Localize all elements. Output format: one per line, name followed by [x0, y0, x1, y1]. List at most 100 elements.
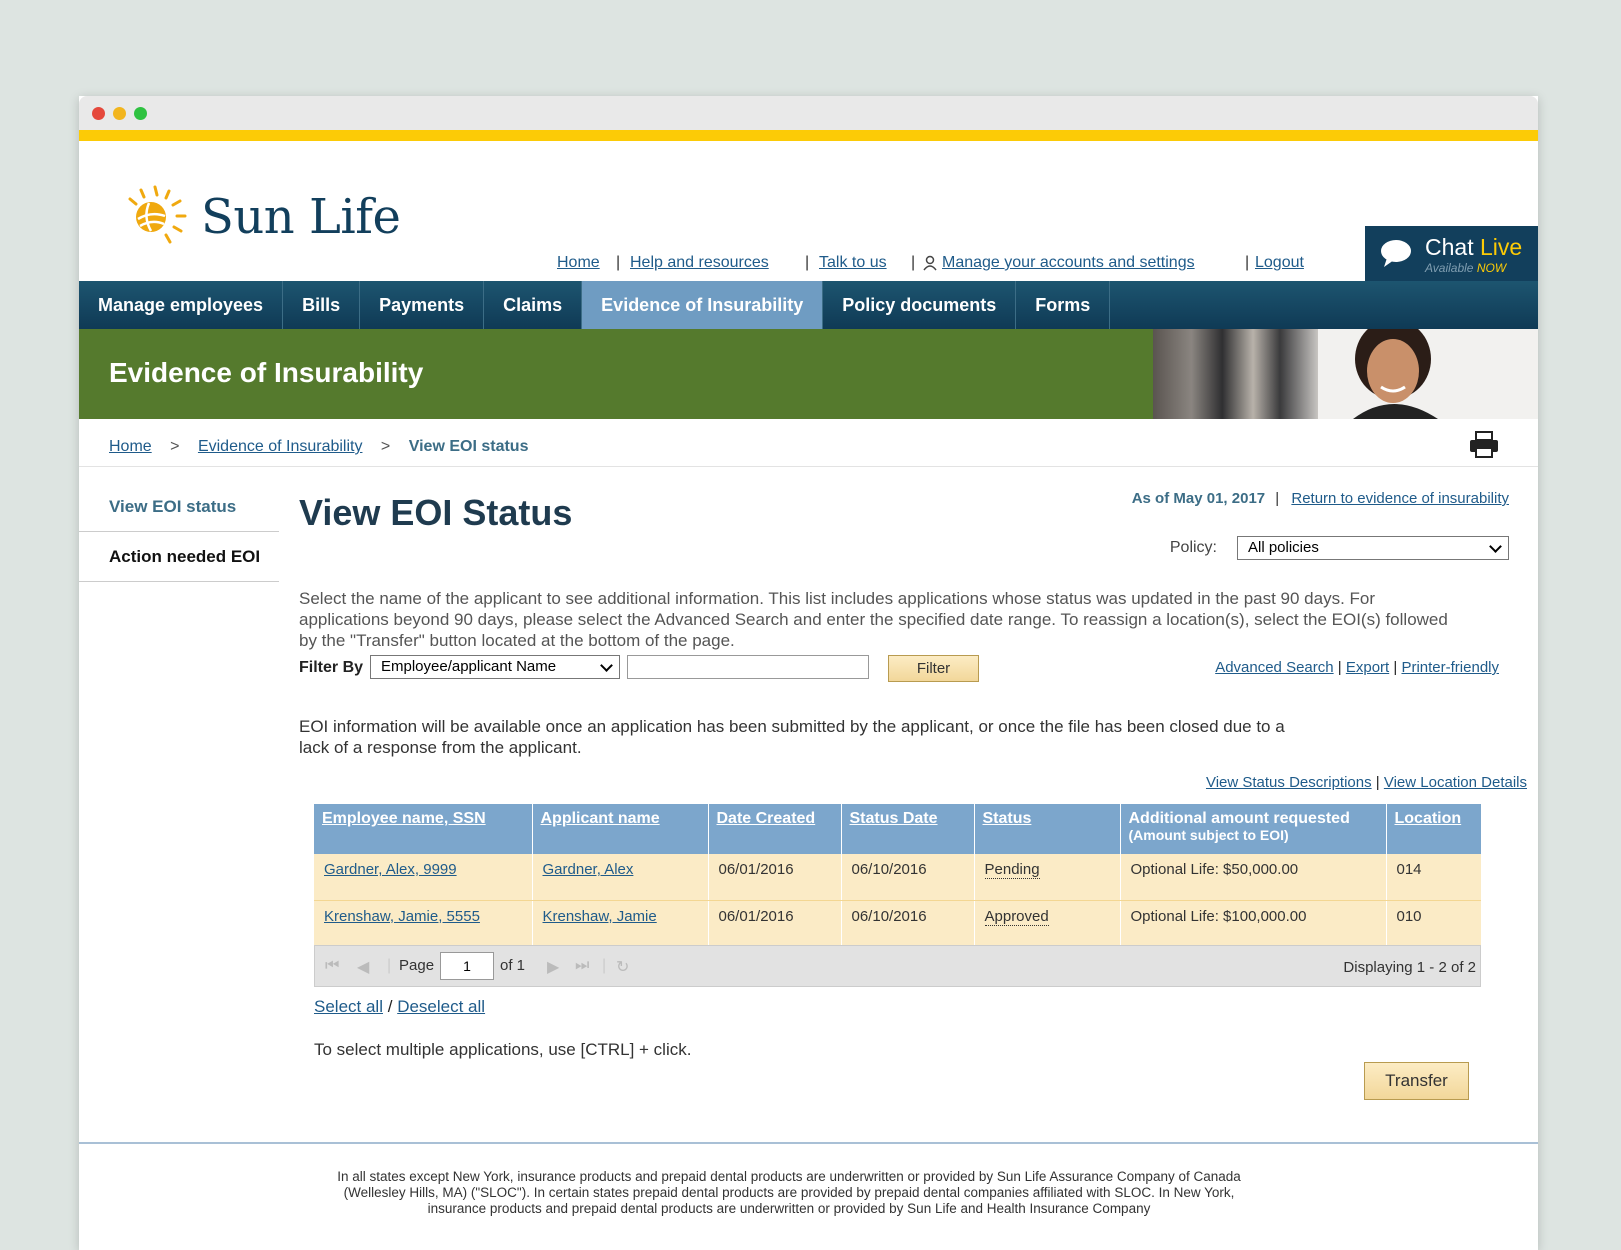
- view-links-sep: |: [1375, 774, 1380, 791]
- sidebar: View EOI status Action needed EOI: [79, 482, 279, 582]
- status-link[interactable]: Pending: [984, 861, 1040, 879]
- view-location-details-link[interactable]: View Location Details: [1384, 774, 1527, 791]
- tools-sep: |: [1337, 659, 1342, 676]
- col-additional-amount-label: Additional amount requested: [1128, 810, 1350, 827]
- footer-divider: [79, 1142, 1538, 1144]
- additional-amount: Optional Life: $50,000.00: [1120, 854, 1387, 901]
- nav-tab-evidence-of-insurability[interactable]: Evidence of Insurability: [582, 281, 824, 329]
- transfer-button[interactable]: Transfer: [1364, 1062, 1469, 1100]
- nav-tab-manage-employees[interactable]: Manage employees: [79, 281, 284, 329]
- employee-link[interactable]: Gardner, Alex, 9999: [324, 861, 457, 878]
- footer-disclaimer: In all states except New York, insurance…: [337, 1169, 1241, 1216]
- main-nav: Manage employees Bills Payments Claims Evide…: [79, 281, 1538, 329]
- util-talk-link[interactable]: Talk to us: [819, 254, 887, 272]
- util-logout-link[interactable]: Logout: [1255, 254, 1304, 272]
- additional-amount: Optional Life: $100,000.00: [1120, 900, 1387, 947]
- close-window-dot[interactable]: [92, 107, 105, 120]
- select-all-link[interactable]: Select all: [314, 997, 383, 1016]
- sidebar-item-action-needed-eoi[interactable]: Action needed EOI: [79, 532, 279, 582]
- col-date-created[interactable]: Date Created: [708, 804, 842, 854]
- col-status[interactable]: Status: [974, 804, 1121, 854]
- filter-button[interactable]: Filter: [888, 655, 979, 682]
- nav-tab-bills[interactable]: Bills: [283, 281, 361, 329]
- return-to-eoi-link[interactable]: Return to evidence of insurability: [1291, 490, 1509, 507]
- util-manage-link[interactable]: Manage your accounts and settings: [942, 254, 1195, 272]
- breadcrumb-sep: >: [170, 438, 180, 455]
- page-title: View EOI Status: [299, 492, 573, 533]
- view-status-descriptions-link[interactable]: View Status Descriptions: [1206, 774, 1372, 791]
- col-status-date[interactable]: Status Date: [841, 804, 975, 854]
- employee-link[interactable]: Krenshaw, Jamie, 5555: [324, 908, 480, 925]
- first-page-icon[interactable]: ⏮: [325, 957, 339, 975]
- table-row[interactable]: Krenshaw, Jamie, 5555 Krenshaw, Jamie 06…: [314, 900, 1481, 947]
- next-page-icon[interactable]: ▶: [547, 957, 559, 977]
- chat-subtitle: Available NOW: [1425, 261, 1507, 275]
- col-applicant[interactable]: Applicant name: [532, 804, 709, 854]
- page-number-input[interactable]: [440, 952, 494, 980]
- nav-tab-claims[interactable]: Claims: [484, 281, 583, 329]
- print-icon[interactable]: [1468, 431, 1500, 464]
- policy-select[interactable]: All policies: [1237, 536, 1509, 560]
- selection-sep: /: [387, 997, 393, 1016]
- maximize-window-dot[interactable]: [134, 107, 147, 120]
- status-date: 06/10/2016: [841, 900, 975, 947]
- filter-input[interactable]: [627, 655, 869, 679]
- table-row[interactable]: Gardner, Alex, 9999 Gardner, Alex 06/01/…: [314, 854, 1481, 901]
- eoi-status-table: Employee name, SSN Applicant name Date C…: [314, 804, 1481, 947]
- util-sep: |: [805, 254, 810, 271]
- refresh-icon[interactable]: ↻: [616, 957, 629, 977]
- nav-tab-policy-documents[interactable]: Policy documents: [823, 281, 1017, 329]
- sort-status-link[interactable]: Status: [983, 810, 1032, 827]
- sort-location-link[interactable]: Location: [1395, 810, 1462, 827]
- advanced-search-link[interactable]: Advanced Search: [1215, 659, 1333, 676]
- location: 010: [1386, 900, 1481, 947]
- export-link[interactable]: Export: [1346, 659, 1389, 676]
- applicant-link[interactable]: Krenshaw, Jamie: [543, 908, 657, 925]
- printer-friendly-link[interactable]: Printer-friendly: [1401, 659, 1499, 676]
- sun-life-logo[interactable]: Sun Life: [121, 183, 401, 251]
- nav-tab-payments[interactable]: Payments: [360, 281, 485, 329]
- brand-name: Sun Life: [201, 189, 401, 245]
- col-employee[interactable]: Employee name, SSN: [314, 804, 533, 854]
- prev-page-icon[interactable]: ◀: [357, 957, 369, 977]
- breadcrumb-eoi-link[interactable]: Evidence of Insurability: [198, 438, 363, 455]
- status-link[interactable]: Approved: [984, 907, 1049, 926]
- applicant-link[interactable]: Gardner, Alex: [543, 861, 634, 878]
- nav-tab-forms[interactable]: Forms: [1016, 281, 1111, 329]
- col-additional-amount: Additional amount requested (Amount subje…: [1120, 804, 1387, 854]
- deselect-all-link[interactable]: Deselect all: [397, 997, 485, 1016]
- sort-status-date-link[interactable]: Status Date: [850, 810, 938, 827]
- last-page-icon[interactable]: ⏭: [575, 957, 589, 975]
- tools-sep: |: [1393, 659, 1398, 676]
- sidebar-item-view-eoi-status[interactable]: View EOI status: [79, 482, 279, 532]
- col-location[interactable]: Location: [1386, 804, 1481, 854]
- date-created: 06/01/2016: [708, 900, 842, 947]
- browser-window: Sun Life Home | Help and resources | Tal…: [79, 96, 1538, 1250]
- brand-stripe: [79, 130, 1538, 141]
- table-pager: ⏮ ◀ | Page of 1 ▶ ⏭ | ↻ Displaying 1 - 2…: [314, 945, 1481, 987]
- util-sep: |: [911, 254, 916, 271]
- util-home-link[interactable]: Home: [557, 254, 600, 272]
- multi-select-tip: To select multiple applications, use [CT…: [314, 1040, 692, 1059]
- as-of-text: As of May 01, 2017: [1131, 490, 1266, 507]
- chat-live-button[interactable]: Chat Live Available NOW: [1365, 226, 1538, 288]
- page-banner: Evidence of Insurability: [79, 329, 1538, 419]
- util-help-link[interactable]: Help and resources: [630, 254, 769, 272]
- banner-title: Evidence of Insurability: [109, 357, 424, 388]
- table-header-row: Employee name, SSN Applicant name Date C…: [314, 804, 1481, 854]
- breadcrumb-sep: >: [380, 438, 391, 455]
- page-count: of 1: [500, 957, 526, 974]
- selection-links: Select all / Deselect all: [314, 997, 485, 1017]
- breadcrumb-home-link[interactable]: Home: [109, 438, 152, 455]
- filter-by-select[interactable]: Employee/applicant Name: [370, 655, 620, 679]
- policy-label: Policy:: [1169, 539, 1217, 556]
- eoi-info-text: EOI information will be available once a…: [299, 717, 1285, 757]
- filter-row: Filter By Employee/applicant Name Filter…: [299, 655, 1519, 685]
- sort-applicant-link[interactable]: Applicant name: [541, 810, 660, 827]
- col-additional-amount-sub: (Amount subject to EOI): [1128, 827, 1289, 843]
- filter-label: Filter By: [299, 659, 364, 676]
- sort-date-created-link[interactable]: Date Created: [717, 810, 816, 827]
- as-of-sep: |: [1275, 490, 1280, 507]
- minimize-window-dot[interactable]: [113, 107, 126, 120]
- sort-employee-link[interactable]: Employee name, SSN: [322, 810, 486, 827]
